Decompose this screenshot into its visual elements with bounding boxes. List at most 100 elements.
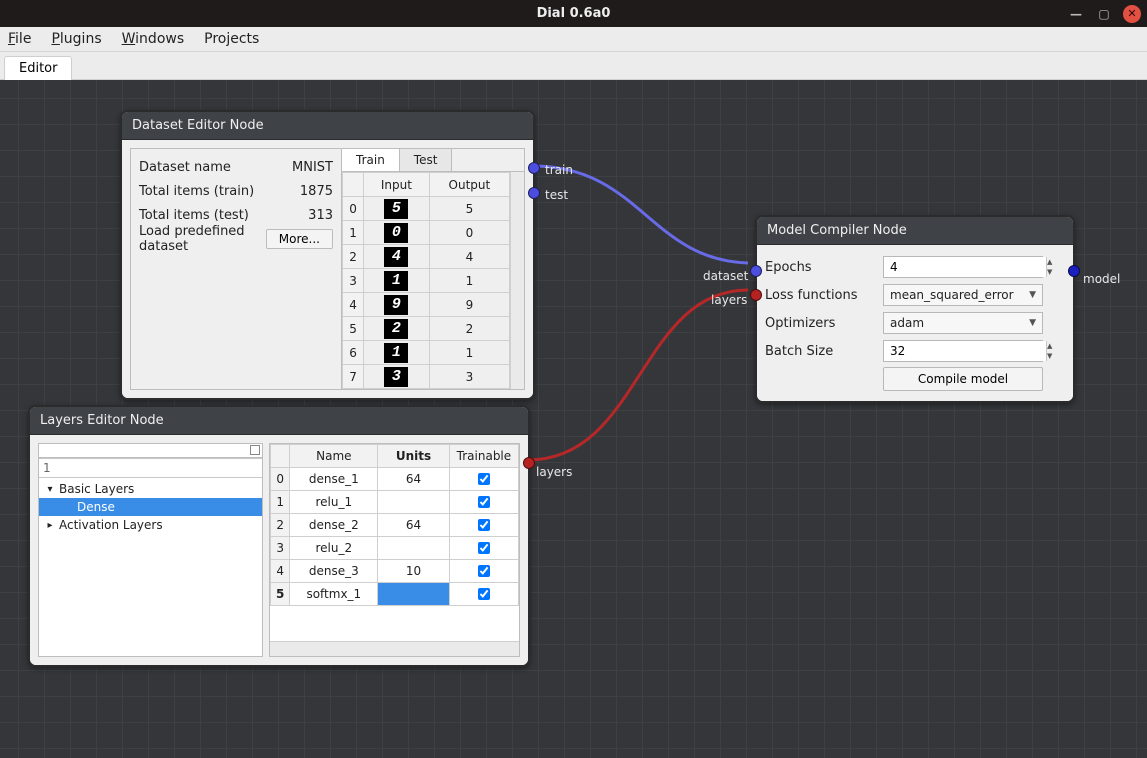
dataset-node-title[interactable]: Dataset Editor Node — [122, 112, 533, 140]
row-units[interactable] — [378, 491, 450, 514]
ly-col-index — [271, 445, 290, 468]
row-units[interactable]: 64 — [378, 514, 450, 537]
row-index: 1 — [343, 221, 364, 245]
row-index: 5 — [271, 583, 290, 606]
epochs-step-down-icon[interactable]: ▼ — [1047, 267, 1052, 277]
dataset-sample-table[interactable]: Input Output 055100244311499522611733 — [342, 172, 510, 389]
epochs-step-up-icon[interactable]: ▲ — [1047, 257, 1052, 267]
row-trainable[interactable] — [449, 491, 518, 514]
batch-step-up-icon[interactable]: ▲ — [1047, 341, 1052, 351]
row-trainable[interactable] — [449, 583, 518, 606]
row-layer-name[interactable]: dense_2 — [290, 514, 378, 537]
row-units[interactable] — [378, 537, 450, 560]
window-title: Dial 0.6a0 — [537, 6, 611, 21]
layers-table-hscrollbar[interactable] — [270, 641, 519, 656]
layer-types-tree[interactable]: ▾Basic Layers Dense ▸Activation Layers — [39, 478, 262, 656]
batch-step-down-icon[interactable]: ▼ — [1047, 351, 1052, 361]
trainable-checkbox[interactable] — [478, 565, 490, 577]
row-units[interactable]: 64 — [378, 468, 450, 491]
layers-table[interactable]: Name Units Trainable 0dense_1641relu_12d… — [270, 444, 519, 606]
row-index: 1 — [271, 491, 290, 514]
compiler-node-title[interactable]: Model Compiler Node — [757, 217, 1073, 245]
col-input: Input — [364, 173, 430, 197]
row-trainable[interactable] — [449, 537, 518, 560]
row-trainable[interactable] — [449, 514, 518, 537]
row-output-label: 5 — [429, 197, 509, 221]
compile-model-button[interactable]: Compile model — [883, 367, 1043, 391]
batch-input[interactable] — [884, 341, 1046, 361]
table-row[interactable]: 1relu_1 — [271, 491, 519, 514]
port-dataset-in[interactable] — [750, 265, 762, 277]
row-layer-name[interactable]: relu_1 — [290, 491, 378, 514]
row-index: 2 — [271, 514, 290, 537]
epochs-spinbox[interactable]: ▲▼ — [883, 256, 1043, 278]
epochs-label: Epochs — [765, 260, 877, 275]
os-titlebar: Dial 0.6a0 — ▢ ✕ — [0, 0, 1147, 27]
trainable-checkbox[interactable] — [478, 519, 490, 531]
port-train-out[interactable] — [528, 162, 540, 174]
tree-panel-header — [39, 444, 262, 458]
menu-plugins[interactable]: Plugins — [49, 29, 103, 49]
tree-dense[interactable]: Dense — [39, 498, 262, 516]
row-trainable[interactable] — [449, 560, 518, 583]
port-model-out[interactable] — [1068, 265, 1080, 277]
row-units[interactable] — [378, 583, 450, 606]
port-layers-in[interactable] — [750, 289, 762, 301]
row-output-label: 2 — [429, 317, 509, 341]
col-output: Output — [429, 173, 509, 197]
table-row[interactable]: 611 — [343, 341, 510, 365]
close-icon[interactable]: ✕ — [1123, 5, 1141, 23]
table-row[interactable]: 2dense_264 — [271, 514, 519, 537]
trainable-checkbox[interactable] — [478, 542, 490, 554]
epochs-input[interactable] — [884, 257, 1046, 277]
dataset-editor-node[interactable]: Dataset Editor Node Dataset name MNIST T… — [120, 110, 535, 400]
layers-editor-node[interactable]: Layers Editor Node 1 ▾Basic Layers Dense… — [28, 405, 530, 667]
trainable-checkbox[interactable] — [478, 496, 490, 508]
model-compiler-node[interactable]: Model Compiler Node Epochs ▲▼ Loss funct… — [755, 215, 1075, 403]
table-row[interactable]: 311 — [343, 269, 510, 293]
ly-col-units: Units — [378, 445, 450, 468]
table-row[interactable]: 100 — [343, 221, 510, 245]
table-row[interactable]: 4dense_310 — [271, 560, 519, 583]
row-layer-name[interactable]: relu_2 — [290, 537, 378, 560]
menu-file[interactable]: File — [6, 29, 33, 49]
undock-icon[interactable] — [250, 445, 260, 455]
trainable-checkbox[interactable] — [478, 588, 490, 600]
trainable-checkbox[interactable] — [478, 473, 490, 485]
batch-spinbox[interactable]: ▲▼ — [883, 340, 1043, 362]
table-row[interactable]: 499 — [343, 293, 510, 317]
menu-projects[interactable]: Projects — [202, 29, 261, 49]
optimizer-combobox[interactable]: adam ▼ — [883, 312, 1043, 334]
menu-windows[interactable]: Windows — [120, 29, 187, 49]
layer-search-input[interactable]: 1 — [39, 458, 262, 478]
dataset-table-scrollbar[interactable] — [510, 172, 524, 389]
table-row[interactable]: 055 — [343, 197, 510, 221]
row-layer-name[interactable]: dense_1 — [290, 468, 378, 491]
tab-train[interactable]: Train — [342, 149, 400, 171]
row-units[interactable]: 10 — [378, 560, 450, 583]
table-row[interactable]: 3relu_2 — [271, 537, 519, 560]
table-row[interactable]: 733 — [343, 365, 510, 389]
port-test-out[interactable] — [528, 187, 540, 199]
port-layers-out[interactable] — [523, 457, 535, 469]
tree-basic-layers[interactable]: ▾Basic Layers — [39, 480, 262, 498]
tab-test[interactable]: Test — [400, 149, 453, 171]
row-layer-name[interactable]: dense_3 — [290, 560, 378, 583]
row-input-image: 3 — [364, 365, 430, 389]
table-row[interactable]: 0dense_164 — [271, 468, 519, 491]
row-input-image: 1 — [364, 269, 430, 293]
node-canvas[interactable]: Dataset Editor Node Dataset name MNIST T… — [0, 80, 1147, 758]
row-layer-name[interactable]: softmx_1 — [290, 583, 378, 606]
tab-editor[interactable]: Editor — [4, 56, 72, 80]
table-row[interactable]: 522 — [343, 317, 510, 341]
optimizer-label: Optimizers — [765, 316, 877, 331]
minimize-icon[interactable]: — — [1067, 5, 1085, 23]
table-row[interactable]: 244 — [343, 245, 510, 269]
loss-combobox[interactable]: mean_squared_error ▼ — [883, 284, 1043, 306]
row-trainable[interactable] — [449, 468, 518, 491]
tree-activation-layers[interactable]: ▸Activation Layers — [39, 516, 262, 534]
load-dataset-more-button[interactable]: More... — [266, 229, 333, 249]
layers-node-title[interactable]: Layers Editor Node — [30, 407, 528, 435]
maximize-icon[interactable]: ▢ — [1095, 5, 1113, 23]
table-row[interactable]: 5softmx_1 — [271, 583, 519, 606]
